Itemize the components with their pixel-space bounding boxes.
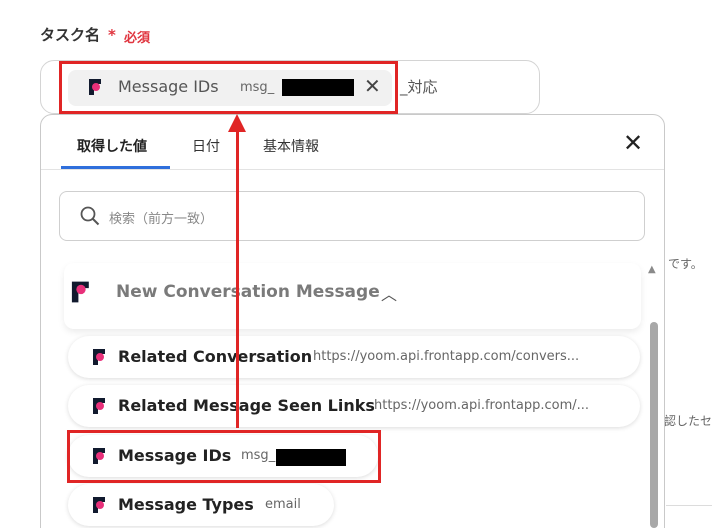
item-name: Message Types	[118, 495, 254, 514]
highlight-box	[59, 61, 398, 114]
search-input[interactable]: 検索（前方一致）	[59, 191, 645, 241]
close-icon[interactable]: ✕	[623, 129, 643, 157]
front-logo-icon	[93, 398, 105, 414]
front-logo-icon	[93, 497, 105, 513]
background-text: です。	[668, 257, 703, 271]
item-name: Related Message Seen Links	[118, 396, 375, 415]
section-header[interactable]: New Conversation Message ︿	[64, 263, 641, 329]
task-name-suffix: _対応	[400, 78, 438, 96]
section-title: New Conversation Message	[116, 282, 380, 302]
annotation-arrow	[236, 128, 239, 428]
tab-basic-info[interactable]: 基本情報	[263, 136, 319, 156]
scrollbar-thumb[interactable]	[650, 322, 658, 528]
list-item[interactable]: Related Message Seen Links https://yoom.…	[68, 385, 640, 427]
front-logo-icon	[93, 349, 105, 365]
divider	[666, 505, 712, 506]
highlight-box	[67, 430, 381, 483]
tab-retrieved-values[interactable]: 取得した値	[77, 136, 147, 156]
divider	[41, 169, 664, 170]
task-name-label: タスク名	[40, 26, 101, 44]
item-value: https://yoom.api.frontapp.com/convers...	[313, 349, 580, 364]
chevron-up-icon[interactable]: ︿	[381, 281, 397, 305]
required-label: 必須	[124, 31, 151, 46]
required-asterisk: *	[108, 26, 116, 44]
search-placeholder: 検索（前方一致）	[109, 212, 214, 227]
scroll-up-arrow-icon[interactable]: ▲	[648, 264, 656, 275]
item-value: https://yoom.api.frontapp.com/...	[374, 398, 590, 413]
item-name: Related Conversation	[118, 347, 313, 366]
front-logo-icon	[71, 281, 89, 303]
tab-date[interactable]: 日付	[192, 136, 220, 156]
background-text: 認したセ	[664, 414, 712, 428]
list-item[interactable]: Message Types email	[68, 484, 334, 526]
search-icon	[80, 206, 100, 226]
item-value: email	[265, 497, 301, 512]
arrow-head-icon	[228, 114, 246, 132]
list-item[interactable]: Related Conversation https://yoom.api.fr…	[68, 336, 640, 378]
